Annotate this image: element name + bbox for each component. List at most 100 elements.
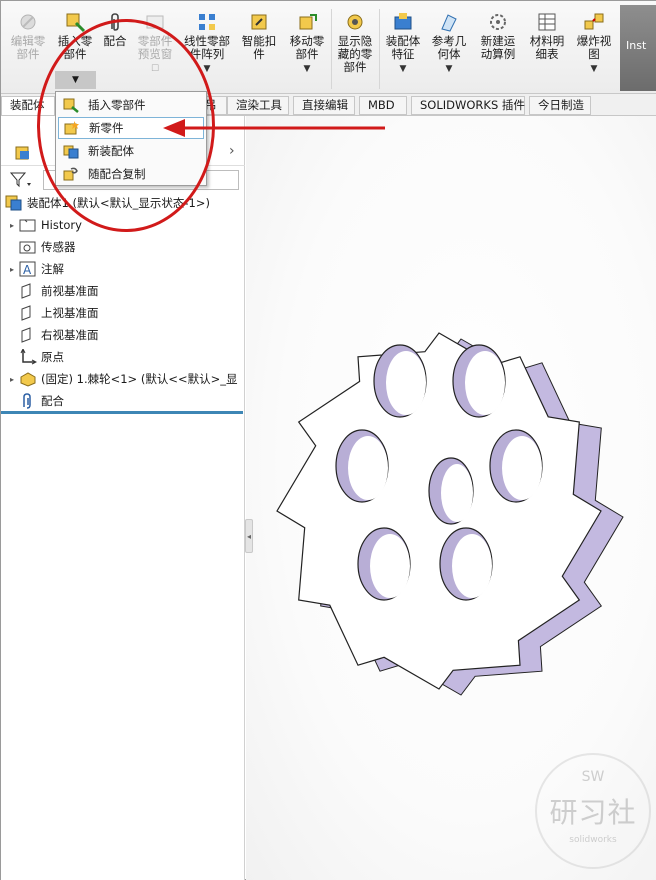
tree-item-label: 配合 [41, 394, 64, 408]
tree-item[interactable]: 右视基准面 [7, 324, 99, 346]
watermark-seal: SW 研习社 solidworks [535, 753, 651, 869]
gear-hole-through [502, 436, 542, 500]
checkbox-icon: ☐ [150, 64, 160, 74]
tab-solidworks-addins[interactable]: SOLIDWORKS 插件 [411, 96, 525, 115]
annotation-icon: A [19, 261, 37, 277]
menu-item-insert-component[interactable]: 插入零部件 [58, 94, 204, 116]
tree-item[interactable]: 配合 [7, 390, 64, 412]
tree-item[interactable]: 传感器 [7, 236, 76, 258]
part-icon [19, 371, 37, 387]
insert-component-icon [64, 11, 86, 33]
gear-hole-through [441, 464, 473, 522]
component-preview-icon [144, 11, 166, 33]
sensor-folder-icon [19, 239, 37, 255]
chevron-right-icon[interactable]: › [229, 143, 235, 159]
smart-fastener-icon [248, 11, 270, 33]
gear-hole-through [370, 534, 410, 598]
edit-component-button[interactable]: 编辑零 部件 [5, 7, 51, 91]
mates-folder-icon [19, 393, 37, 409]
insert-component-dropdown-menu: 插入零部件 新零件 新装配体 随配合复制 [55, 91, 207, 186]
instant3d-button[interactable]: Inst [620, 5, 656, 91]
tree-item-label: 前视基准面 [41, 284, 99, 298]
smart-fastener-button[interactable]: 智能扣 件 [237, 7, 281, 91]
show-hidden-components-button[interactable]: 显示隐 藏的零 部件 [333, 7, 377, 91]
menu-item-new-part[interactable]: 新零件 [58, 117, 204, 139]
expand-arrow-icon[interactable]: ▸ [7, 221, 17, 230]
caret-down-icon: ▼ [399, 64, 407, 74]
insert-component-icon [62, 97, 80, 113]
move-component-button[interactable]: 移动零 部件 ▼ [285, 7, 329, 91]
tree-item-label: 上视基准面 [41, 306, 99, 320]
ribbon-separator [379, 9, 380, 89]
mate-button[interactable]: 配合 [99, 7, 131, 91]
caret-down-icon: ▼ [203, 64, 211, 74]
move-component-icon [296, 11, 318, 33]
tree-root-assembly[interactable]: 装配体1 (默认<默认_显示状态-1>) [5, 192, 210, 214]
gear-hole-through [465, 351, 505, 415]
tree-separator [1, 411, 243, 414]
tab-mbd[interactable]: MBD [359, 96, 407, 115]
menu-item-copy-with-mates[interactable]: 随配合复制 [58, 163, 204, 185]
tab-direct-editing[interactable]: 直接编辑 [293, 96, 355, 115]
caret-down-icon: ▼ [303, 64, 311, 74]
tab-render-tools[interactable]: 渲染工具 [227, 96, 289, 115]
exploded-view-icon [583, 11, 605, 33]
assembly-icon [5, 195, 23, 211]
component-preview-button[interactable]: 零部件 预览窗 ☐ [133, 7, 177, 91]
new-assembly-icon [62, 143, 80, 159]
motion-study-icon [487, 11, 509, 33]
tree-item-label: History [41, 218, 82, 232]
expand-arrow-icon[interactable]: ▸ [7, 375, 17, 384]
feature-manager-tab-icon[interactable] [13, 144, 33, 162]
bom-icon [536, 11, 558, 33]
assembly-feature-button[interactable]: 装配体 特征 ▼ [381, 7, 425, 91]
filter-icon[interactable] [9, 171, 33, 192]
application-window: 编辑零 部件 插入零 部件 ▼ 配合 零部件 预览窗 ☐ 线性零部 件阵列 ▼ … [0, 0, 656, 880]
tree-item-label: (固定) 1.棘轮<1> (默认<<默认>_显 [41, 372, 238, 386]
plane-icon [19, 283, 37, 299]
reference-geometry-button[interactable]: 参考几 何体 ▼ [427, 7, 471, 91]
insert-component-dropdown-arrow[interactable]: ▼ [55, 71, 96, 89]
command-manager-ribbon: 编辑零 部件 插入零 部件 ▼ 配合 零部件 预览窗 ☐ 线性零部 件阵列 ▼ … [1, 1, 656, 94]
tree-item[interactable]: ▸ History [7, 214, 82, 236]
plane-icon [19, 305, 37, 321]
bom-button[interactable]: 材料明 细表 [525, 7, 569, 91]
new-motion-study-button[interactable]: 新建运 动算例 [475, 7, 521, 91]
feature-manager-panel: › 装配体1 (默认<默认_显示状态-1>) ▸ History 传感器 ▸ A 注解前视… [1, 116, 245, 880]
expand-arrow-icon[interactable]: ▸ [7, 265, 17, 274]
tree-item-label: 右视基准面 [41, 328, 99, 342]
origin-icon [19, 347, 38, 365]
linear-pattern-icon [196, 11, 218, 33]
gear-hole-through [386, 351, 426, 415]
tree-root-label: 装配体1 (默认<默认_显示状态-1>) [27, 196, 210, 210]
panel-splitter-handle[interactable]: ◂ [245, 519, 253, 553]
tab-assembly[interactable]: 装配体 [1, 96, 55, 115]
edit-component-icon [17, 11, 39, 33]
menu-item-new-assembly[interactable]: 新装配体 [58, 140, 204, 162]
svg-text:A: A [23, 263, 32, 277]
tree-item[interactable]: 原点 [7, 346, 64, 368]
gear-hole-through [452, 534, 492, 598]
exploded-view-button[interactable]: 爆炸视 图 ▼ [571, 7, 617, 91]
reference-geometry-icon [438, 11, 460, 33]
ribbon-separator [331, 9, 332, 89]
copy-with-mates-icon [62, 166, 80, 182]
history-folder-icon [19, 217, 37, 233]
gear-hole-through [348, 436, 388, 500]
caret-down-icon: ▼ [72, 75, 79, 85]
show-hidden-icon [344, 11, 366, 33]
tab-manufacturing[interactable]: 今日制造 [529, 96, 591, 115]
caret-down-icon: ▼ [445, 64, 453, 74]
tree-item[interactable]: 前视基准面 [7, 280, 99, 302]
tree-item-label: 注解 [41, 262, 64, 276]
tree-item-label: 原点 [41, 350, 64, 364]
tree-item[interactable]: ▸ (固定) 1.棘轮<1> (默认<<默认>_显 [7, 368, 238, 390]
mate-paperclip-icon [104, 11, 126, 33]
tree-item[interactable]: 上视基准面 [7, 302, 99, 324]
tree-item-label: 传感器 [41, 240, 76, 254]
linear-pattern-button[interactable]: 线性零部 件阵列 ▼ [181, 7, 233, 91]
assembly-feature-icon [392, 11, 414, 33]
plane-icon [19, 327, 37, 343]
tree-item[interactable]: ▸ A 注解 [7, 258, 64, 280]
caret-down-icon: ▼ [590, 64, 598, 74]
